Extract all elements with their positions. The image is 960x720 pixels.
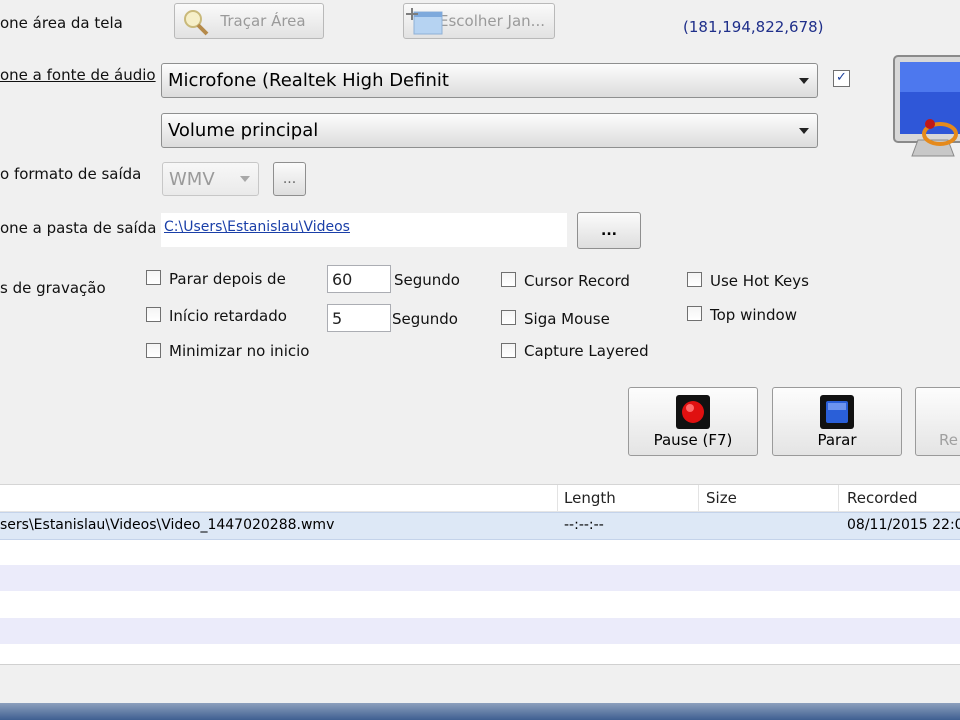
bottom-border (0, 703, 960, 720)
format-options-label: ... (282, 171, 297, 187)
browse-folder-button[interactable]: ... (577, 212, 641, 249)
audio-device-value: Microfone (Realtek High Definit (168, 70, 449, 91)
minimize-label: Minimizar no inicio (169, 342, 310, 360)
output-format-value: WMV (169, 168, 215, 190)
stop-after-value: 60 (332, 269, 353, 289)
browse-folder-label: ... (601, 222, 617, 239)
hot-keys-checkbox[interactable] (687, 272, 702, 287)
column-size[interactable]: Size (706, 489, 737, 507)
empty-row (0, 565, 960, 591)
table-row[interactable]: sers\Estanislau\Videos\Video_1447020288.… (0, 512, 960, 540)
recordings-list[interactable]: Length Size Recorded sers\Estanislau\Vid… (0, 484, 960, 665)
partial-action-button[interactable]: Re (915, 387, 960, 456)
record-icon (676, 395, 710, 429)
follow-mouse-checkbox[interactable] (501, 310, 516, 325)
minimize-checkbox[interactable] (146, 343, 161, 358)
area-coordinates: (181,194,822,678) (683, 18, 824, 36)
follow-mouse-label: Siga Mouse (524, 310, 610, 328)
list-header: Length Size Recorded (0, 485, 960, 512)
row-length: --:--:-- (564, 517, 604, 533)
stop-button[interactable]: Parar (772, 387, 902, 456)
trace-area-label: Traçar Área (220, 12, 306, 30)
recording-options-label: s de gravação (0, 279, 106, 297)
audio-enable-checkbox[interactable]: ✓ (833, 70, 850, 87)
stop-after-label: Parar depois de (169, 270, 286, 288)
status-bar (0, 664, 960, 673)
format-options-button[interactable]: ... (273, 162, 306, 196)
chevron-down-icon (240, 176, 250, 182)
cursor-record-checkbox[interactable] (501, 272, 516, 287)
stop-after-input[interactable]: 60 (327, 265, 391, 293)
column-recorded[interactable]: Recorded (847, 489, 918, 507)
stop-icon (820, 395, 854, 429)
volume-source-value: Volume principal (168, 120, 319, 141)
audio-source-label: one a fonte de áudio (0, 66, 156, 84)
stop-after-unit: Segundo (394, 271, 460, 289)
delayed-start-value: 5 (332, 308, 343, 328)
row-file-name: sers\Estanislau\Videos\Video_1447020288.… (0, 517, 335, 533)
empty-row (0, 618, 960, 644)
pause-label: Pause (F7) (653, 431, 733, 449)
delayed-start-unit: Segundo (392, 310, 458, 328)
volume-source-select[interactable]: Volume principal (161, 113, 818, 148)
cursor-record-label: Cursor Record (524, 272, 630, 290)
choose-window-button[interactable]: Escolher Jan... (403, 3, 555, 39)
row-recorded: 08/11/2015 22:0 (847, 517, 960, 533)
partial-action-label: Re (939, 431, 958, 449)
hot-keys-label: Use Hot Keys (710, 272, 809, 290)
delayed-start-label: Início retardado (169, 307, 287, 325)
output-format-select[interactable]: WMV (162, 162, 259, 196)
delayed-start-input[interactable]: 5 (327, 304, 391, 332)
chevron-down-icon (799, 77, 809, 84)
audio-device-select[interactable]: Microfone (Realtek High Definit (161, 63, 818, 98)
delayed-start-checkbox[interactable] (146, 307, 161, 322)
screen-recorder-logo-icon (893, 55, 960, 157)
stop-after-checkbox[interactable] (146, 270, 161, 285)
choose-window-label: Escolher Jan... (439, 12, 545, 30)
top-window-checkbox[interactable] (687, 306, 702, 321)
output-folder-label: one a pasta de saída (0, 219, 157, 237)
output-folder-field[interactable]: C:\Users\Estanislau\Videos (161, 213, 567, 247)
output-format-label: o formato de saída (0, 165, 142, 183)
capture-layered-label: Capture Layered (524, 342, 649, 360)
capture-layered-checkbox[interactable] (501, 343, 516, 358)
magnifier-icon (184, 10, 209, 36)
output-folder-path[interactable]: C:\Users\Estanislau\Videos (164, 219, 350, 235)
column-length[interactable]: Length (564, 489, 616, 507)
screen-area-label: one área da tela (0, 14, 123, 32)
top-window-label: Top window (710, 306, 797, 324)
chevron-down-icon (799, 127, 809, 134)
window-icon (406, 8, 443, 35)
pause-button[interactable]: Pause (F7) (628, 387, 758, 456)
trace-area-button[interactable]: Traçar Área (174, 3, 324, 39)
stop-label: Parar (817, 431, 857, 449)
